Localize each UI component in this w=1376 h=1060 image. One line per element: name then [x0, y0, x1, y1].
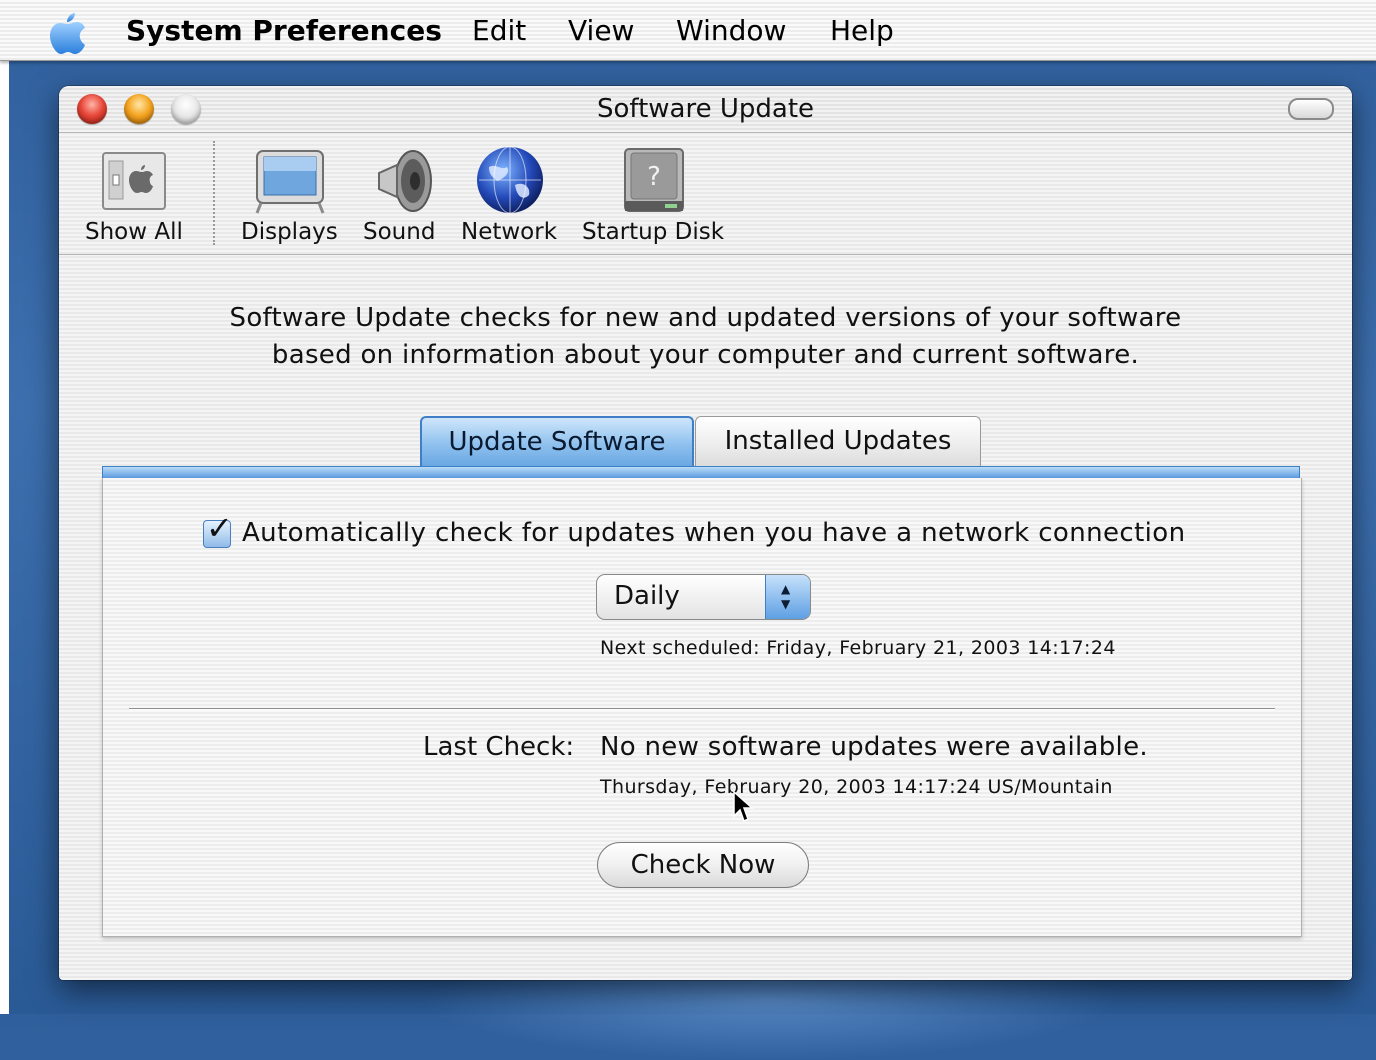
auto-check-checkbox[interactable]: ✓ [203, 509, 233, 548]
menu-bar: System Preferences Edit View Window Help [0, 0, 1376, 61]
globe-icon [477, 146, 543, 214]
update-software-panel: ✓ Automatically check for updates when y… [102, 478, 1302, 937]
svg-text:?: ? [647, 162, 661, 192]
intro-line-1: Software Update checks for new and updat… [229, 303, 1182, 333]
toolbar-separator [213, 141, 215, 245]
tab-installed-updates[interactable]: Installed Updates [695, 416, 981, 466]
apple-menu-icon[interactable] [48, 10, 88, 54]
toolbar-label-displays: Displays [241, 219, 338, 245]
intro-line-2: based on information about your computer… [271, 340, 1140, 370]
title-bar[interactable]: Software Update [59, 86, 1352, 133]
frequency-popup[interactable]: Daily ▲ ▼ [596, 574, 811, 620]
check-now-button[interactable]: Check Now [597, 842, 809, 888]
menu-edit[interactable]: Edit [472, 14, 526, 47]
last-check-date: Thursday, February 20, 2003 14:17:24 US/… [600, 776, 1113, 798]
last-check-status: No new software updates were available. [600, 732, 1148, 762]
show-all-icon [102, 152, 166, 210]
speaker-icon [378, 150, 432, 212]
menu-app-name[interactable]: System Preferences [126, 14, 442, 47]
software-update-window: Software Update Show All Displays Sound … [59, 86, 1352, 980]
toolbar: Show All Displays Sound Network ? Startu… [59, 133, 1352, 255]
checkmark-icon: ✓ [206, 509, 233, 547]
menu-view[interactable]: View [568, 14, 634, 47]
toolbar-label-network: Network [461, 219, 558, 245]
popup-arrows-icon: ▲ ▼ [765, 575, 810, 619]
mouse-cursor-icon [733, 790, 754, 823]
tab-update-software[interactable]: Update Software [420, 416, 694, 466]
auto-check-label[interactable]: Automatically check for updates when you… [242, 518, 1185, 548]
window-title: Software Update [596, 94, 815, 124]
display-icon [255, 150, 325, 214]
toolbar-toggle-button[interactable] [1288, 98, 1334, 120]
next-scheduled-text: Next scheduled: Friday, February 21, 200… [600, 637, 1116, 659]
hard-disk-icon: ? [624, 148, 684, 212]
toolbar-label-show-all: Show All [85, 219, 183, 245]
toolbar-label-startup-disk: Startup Disk [582, 219, 725, 245]
screen-edge [0, 0, 9, 1014]
divider [129, 708, 1275, 710]
frequency-value: Daily [614, 581, 680, 611]
last-check-label: Last Check: [423, 732, 575, 762]
intro-text: Software Update checks for new and updat… [59, 300, 1352, 374]
menu-window[interactable]: Window [676, 14, 786, 47]
menu-help[interactable]: Help [830, 14, 894, 47]
toolbar-label-sound: Sound [363, 219, 436, 245]
